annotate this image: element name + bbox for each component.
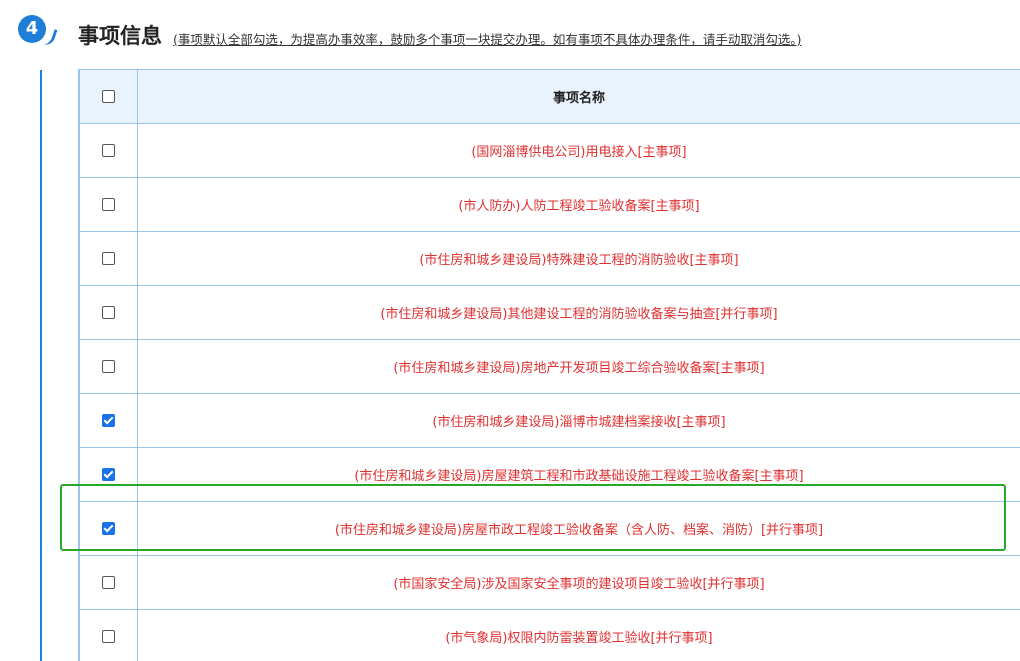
section-title: 事项信息	[78, 24, 162, 48]
row-checkbox-cell	[79, 609, 138, 661]
row-checkbox-cell	[79, 177, 138, 232]
row-checkbox-cell	[79, 231, 138, 286]
row-checkbox[interactable]	[102, 522, 115, 535]
step-connector-line	[40, 70, 42, 661]
table-row: (市住房和城乡建设局)淄博市城建档案接收[主事项]	[79, 393, 1020, 448]
row-checkbox[interactable]	[102, 360, 115, 373]
item-name-cell: (市气象局)权限内防雷装置竣工验收[并行事项]	[137, 609, 1020, 661]
item-name-cell: (市住房和城乡建设局)房地产开发项目竣工综合验收备案[主事项]	[137, 339, 1020, 394]
row-checkbox-cell	[79, 501, 138, 556]
table-row: (市住房和城乡建设局)房地产开发项目竣工综合验收备案[主事项]	[79, 339, 1020, 394]
table-header-row: 事项名称	[79, 69, 1020, 124]
step-number-badge: 4	[18, 15, 46, 43]
select-all-cell	[79, 69, 138, 124]
row-checkbox[interactable]	[102, 468, 115, 481]
row-checkbox[interactable]	[102, 306, 115, 319]
row-checkbox-cell	[79, 555, 138, 610]
item-name-cell: (市住房和城乡建设局)房屋建筑工程和市政基础设施工程竣工验收备案[主事项]	[137, 447, 1020, 502]
row-checkbox-cell	[79, 285, 138, 340]
item-name-header: 事项名称	[137, 69, 1020, 124]
row-checkbox-cell	[79, 123, 138, 178]
table-row: (市人防办)人防工程竣工验收备案[主事项]	[79, 177, 1020, 232]
table-row: (市气象局)权限内防雷装置竣工验收[并行事项]	[79, 609, 1020, 661]
row-checkbox-cell	[79, 339, 138, 394]
item-name-cell: (市住房和城乡建设局)其他建设工程的消防验收备案与抽查[并行事项]	[137, 285, 1020, 340]
row-checkbox[interactable]	[102, 630, 115, 643]
row-checkbox[interactable]	[102, 252, 115, 265]
item-name-cell: (市人防办)人防工程竣工验收备案[主事项]	[137, 177, 1020, 232]
item-name-cell: (国网淄博供电公司)用电接入[主事项]	[137, 123, 1020, 178]
select-all-checkbox[interactable]	[102, 90, 115, 103]
table-row: (市住房和城乡建设局)房屋建筑工程和市政基础设施工程竣工验收备案[主事项]	[79, 447, 1020, 502]
item-name-cell: (市住房和城乡建设局)特殊建设工程的消防验收[主事项]	[137, 231, 1020, 286]
row-checkbox[interactable]	[102, 414, 115, 427]
row-checkbox[interactable]	[102, 576, 115, 589]
item-name-cell: (市住房和城乡建设局)淄博市城建档案接收[主事项]	[137, 393, 1020, 448]
items-table: 事项名称 (国网淄博供电公司)用电接入[主事项] (市人防办)人防工程竣工验收备案…	[79, 69, 1020, 661]
table-row: (市住房和城乡建设局)其他建设工程的消防验收备案与抽查[并行事项]	[79, 285, 1020, 340]
table-row: (国网淄博供电公司)用电接入[主事项]	[79, 123, 1020, 178]
row-checkbox-cell	[79, 447, 138, 502]
item-name-cell: (市住房和城乡建设局)房屋市政工程竣工验收备案（含人防、档案、消防）[并行事项]	[137, 501, 1020, 556]
row-checkbox-cell	[79, 393, 138, 448]
section-note: (事项默认全部勾选，为提高办事效率，鼓励多个事项一块提交办理。如有事项不具体办理…	[173, 32, 802, 47]
row-checkbox[interactable]	[102, 144, 115, 157]
table-row: (市住房和城乡建设局)特殊建设工程的消防验收[主事项]	[79, 231, 1020, 286]
table-row: (市住房和城乡建设局)房屋市政工程竣工验收备案（含人防、档案、消防）[并行事项]	[79, 501, 1020, 556]
items-table-container: 事项名称 (国网淄博供电公司)用电接入[主事项] (市人防办)人防工程竣工验收备案…	[78, 69, 1020, 661]
table-row: (市国家安全局)涉及国家安全事项的建设项目竣工验收[并行事项]	[79, 555, 1020, 610]
row-checkbox[interactable]	[102, 198, 115, 211]
item-name-cell: (市国家安全局)涉及国家安全事项的建设项目竣工验收[并行事项]	[137, 555, 1020, 610]
